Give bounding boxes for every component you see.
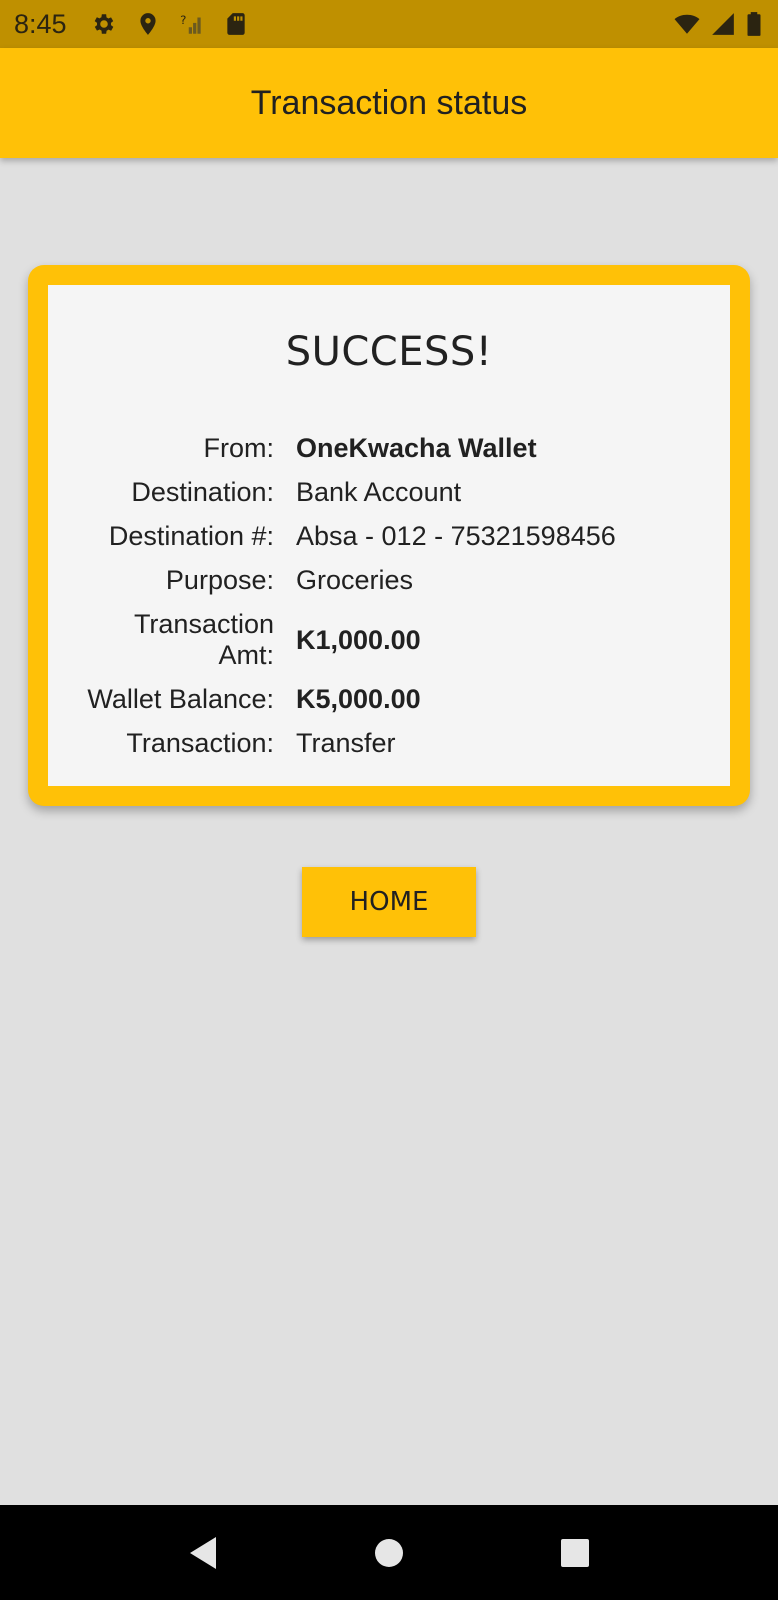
- detail-value: K1,000.00: [296, 624, 421, 655]
- recents-square-icon[interactable]: [545, 1523, 605, 1583]
- detail-value: OneKwacha Wallet: [296, 433, 537, 463]
- gear-icon: [89, 9, 119, 39]
- success-heading: SUCCESS!: [285, 329, 493, 375]
- back-icon[interactable]: [173, 1523, 233, 1583]
- app-bar: Transaction status: [0, 48, 778, 158]
- detail-value: Bank Account: [296, 477, 462, 507]
- detail-label: Wallet Balance:: [87, 684, 274, 714]
- detail-row-destination: Destination: Bank Account: [48, 477, 730, 508]
- detail-label: Purpose:: [165, 565, 274, 595]
- detail-row-from: From: OneKwacha Wallet: [48, 433, 730, 464]
- wifi-icon: [672, 9, 702, 39]
- transaction-details: From: OneKwacha Wallet Destination: Bank…: [48, 433, 730, 772]
- detail-row-transaction: Transaction: Transfer: [48, 728, 730, 759]
- detail-label: Destination #:: [108, 521, 274, 551]
- detail-value: K5,000.00: [296, 684, 421, 714]
- home-button[interactable]: HOME: [302, 867, 476, 937]
- detail-row-purpose: Purpose: Groceries: [48, 565, 730, 596]
- detail-row-destination-number: Destination #: Absa - 012 - 75321598456: [48, 521, 730, 552]
- detail-row-wallet-balance: Wallet Balance: K5,000.00: [48, 684, 730, 715]
- detail-label: Destination:: [131, 477, 274, 507]
- detail-value: Groceries: [296, 565, 414, 595]
- detail-value: Absa - 012 - 75321598456: [296, 521, 616, 551]
- detail-label: Transaction Amt:: [133, 609, 274, 670]
- detail-row-amount: Transaction Amt: K1,000.00: [48, 609, 730, 671]
- svg-text:?: ?: [180, 13, 186, 27]
- transaction-card: SUCCESS! From: OneKwacha Wallet Destinat…: [28, 265, 750, 806]
- cell-signal-icon: [708, 9, 738, 39]
- navigation-bar: [0, 1505, 778, 1600]
- location-pin-icon: [133, 9, 163, 39]
- detail-label: From:: [203, 433, 275, 463]
- page-title: Transaction status: [250, 83, 528, 122]
- transaction-card-body: SUCCESS! From: OneKwacha Wallet Destinat…: [48, 285, 730, 786]
- sd-card-icon: [221, 9, 251, 39]
- status-time: 8:45: [14, 8, 67, 39]
- home-circle-icon[interactable]: [359, 1523, 419, 1583]
- no-signal-icon: ?: [177, 9, 207, 39]
- detail-value: Transfer: [296, 728, 396, 758]
- status-bar: 8:45 ?: [0, 0, 778, 48]
- detail-label: Transaction:: [126, 728, 274, 758]
- battery-icon: [744, 9, 764, 39]
